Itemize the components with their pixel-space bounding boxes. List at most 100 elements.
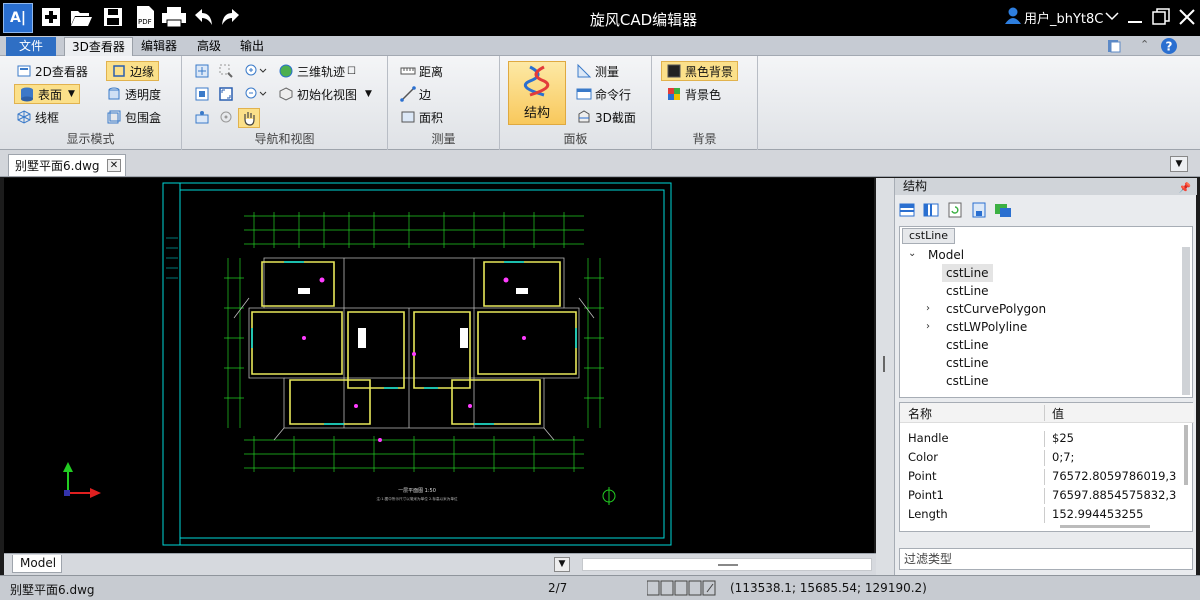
viewer-2d-button[interactable]: 2D查看器 [16, 61, 88, 81]
splitter-grip[interactable] [883, 356, 885, 372]
structure-panel-button[interactable]: 结构 [508, 61, 566, 125]
horizontal-scrollbar[interactable] [582, 558, 872, 571]
pdf-icon[interactable]: PDF [132, 4, 158, 30]
group-panel: 结构 测量 命令行 3D截面 面板 [500, 56, 652, 150]
tree-tab[interactable]: cstLine [902, 228, 956, 244]
maximize-button[interactable] [1150, 6, 1172, 28]
pan-hand-icon[interactable] [238, 108, 260, 128]
tab-3d-viewer[interactable]: 3D查看器 [64, 37, 133, 56]
vertical-layout-icon[interactable] [921, 200, 941, 220]
properties-hscrollbar[interactable] [1060, 525, 1150, 528]
expand-arrow-icon[interactable]: › [926, 303, 930, 314]
expand-arrow-icon[interactable]: ⌄ [908, 248, 916, 259]
tree-item[interactable]: cstCurvePolygon [946, 300, 1046, 318]
tab-model[interactable]: Model [12, 555, 62, 573]
filter-type-input[interactable]: 过滤类型 [899, 548, 1193, 570]
tree-item[interactable]: cstLWPolyline [946, 318, 1027, 336]
undo-icon[interactable] [190, 4, 216, 30]
scrollbar-thumb[interactable] [718, 564, 738, 566]
group-display-mode: 2D查看器 边缘 表面 ▼ 透明度 线框 包围盒 显示模式 [0, 56, 182, 150]
panel-splitter[interactable] [876, 178, 894, 575]
user-menu[interactable]: 用户_bhYt8C [1004, 7, 1119, 27]
document-tab-bar: 别墅平面6.dwg ✕ ▼ [0, 150, 1200, 177]
orbit-button[interactable]: 三维轨迹 ☐ [278, 61, 356, 81]
tree-item[interactable]: cstLine [946, 282, 989, 300]
drawing-canvas[interactable]: 一层平面图 1:50 注:1.图中所示尺寸以毫米为单位 2.标高以米为单位 [4, 178, 874, 553]
minimize-button[interactable] [1124, 6, 1146, 28]
surface-mode-dropdown[interactable]: 表面 ▼ [14, 84, 80, 104]
measure-edge-button[interactable]: 边 [400, 84, 431, 104]
pin-icon[interactable]: 📌 [1179, 180, 1191, 197]
properties-scrollbar[interactable] [1184, 425, 1188, 485]
property-row[interactable]: Point1 76597.8854575832,3665 [900, 486, 1190, 505]
select-entities-icon[interactable] [993, 200, 1013, 220]
style-icon[interactable] [1106, 38, 1122, 57]
section-3d-button[interactable]: 3D截面 [576, 107, 636, 127]
svg-text:PDF: PDF [138, 18, 152, 26]
close-button[interactable] [1176, 6, 1198, 28]
tree-item[interactable]: cstLine [946, 336, 989, 354]
command-line-button[interactable]: 命令行 [576, 84, 631, 104]
refresh-icon[interactable] [945, 200, 965, 220]
tab-output[interactable]: 输出 [233, 37, 271, 56]
save-icon[interactable] [100, 4, 126, 30]
ribbon-collapse-icon[interactable]: ⌃ [1140, 38, 1149, 51]
init-view-dropdown[interactable]: 初始化视图 ▼ [278, 84, 372, 104]
tree-root[interactable]: Model [928, 246, 964, 264]
walk-icon[interactable] [194, 109, 210, 128]
transparency-button[interactable]: 透明度 [106, 84, 161, 104]
expand-arrow-icon[interactable]: › [926, 321, 930, 332]
chevron-down-icon [1105, 10, 1119, 25]
document-tab[interactable]: 别墅平面6.dwg ✕ [8, 154, 126, 176]
rotate-view-icon[interactable] [218, 109, 234, 128]
tab-editor[interactable]: 编辑器 [134, 37, 184, 56]
tree-scrollbar[interactable] [1182, 247, 1190, 395]
wireframe-icon [16, 109, 32, 125]
fit-view-icon[interactable] [194, 86, 210, 105]
close-icon[interactable]: ✕ [107, 159, 121, 172]
measure-panel-button[interactable]: 测量 [576, 61, 619, 81]
export-icon[interactable] [969, 200, 989, 220]
property-row[interactable]: Color 0;7; [900, 448, 1190, 467]
tab-advanced[interactable]: 高级 [190, 37, 228, 56]
open-icon[interactable] [68, 4, 94, 30]
zoom-extents-icon[interactable] [218, 86, 234, 105]
snap-tools-icon[interactable] [646, 580, 725, 599]
edge-mode-button[interactable]: 边缘 [106, 61, 160, 81]
property-value: $25 [1052, 431, 1074, 445]
print-icon[interactable] [161, 4, 187, 30]
menu-file[interactable]: 文件 [6, 37, 56, 56]
command-line-icon [576, 86, 592, 102]
tree-item[interactable]: cstLine [946, 372, 989, 390]
app-logo[interactable]: A| [3, 3, 33, 33]
ruler-icon [400, 63, 416, 79]
measure-distance-button[interactable]: 距离 [400, 61, 443, 81]
property-value: 76597.8854575832,3665 [1052, 488, 1176, 502]
bounding-box-button[interactable]: 包围盒 [106, 107, 161, 127]
tree-item[interactable]: cstLine [946, 354, 989, 372]
tabs-dropdown-icon[interactable]: ▼ [1170, 156, 1188, 172]
redo-icon[interactable] [218, 4, 244, 30]
svg-text:?: ? [1166, 40, 1173, 54]
black-background-button[interactable]: 黑色背景 [661, 61, 739, 81]
zoom-window-icon[interactable] [218, 63, 234, 82]
horizontal-layout-icon[interactable] [897, 200, 917, 220]
new-icon[interactable] [38, 4, 64, 30]
drawing-title: 一层平面图 1:50 [398, 488, 436, 494]
property-row[interactable]: Handle $25 [900, 429, 1190, 448]
column-name: 名称 [908, 407, 933, 421]
help-icon[interactable]: ? [1160, 37, 1178, 58]
property-row[interactable]: Point 76572.8059786019,3650 [900, 467, 1190, 486]
property-row[interactable]: Length 152.994453255 [900, 505, 1190, 524]
zoom-in-icon[interactable] [244, 63, 268, 82]
pan-view-icon[interactable] [194, 63, 210, 82]
zoom-out-icon[interactable] [244, 86, 268, 105]
cad-drawing: 一层平面图 1:50 注:1.图中所示尺寸以毫米为单位 2.标高以米为单位 [63, 182, 672, 546]
tree-item[interactable]: cstLine [942, 264, 993, 282]
background-color-button[interactable]: 背景色 [666, 84, 721, 104]
group-label: 面板 [563, 132, 588, 146]
measure-area-button[interactable]: 面积 [400, 107, 443, 127]
ribbon: 2D查看器 边缘 表面 ▼ 透明度 线框 包围盒 显示模式 三维轨迹 ☐ 初始化视图… [0, 56, 1200, 150]
layout-dropdown-icon[interactable]: ▼ [554, 557, 570, 572]
wireframe-button[interactable]: 线框 [16, 107, 59, 127]
